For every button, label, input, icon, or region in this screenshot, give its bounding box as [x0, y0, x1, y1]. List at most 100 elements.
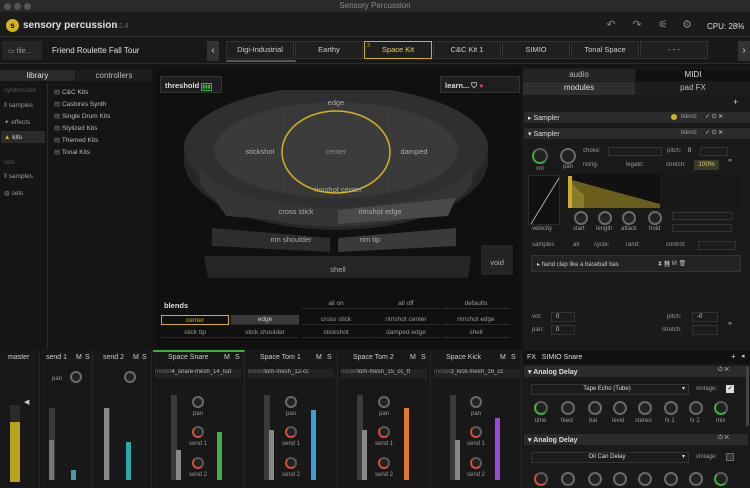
input-model-dropdown[interactable]: model3_kick-mesh_16_cc [434, 369, 520, 378]
tab-controllers[interactable]: controllers [76, 70, 152, 81]
list-item[interactable]: ▤ Single Drum Kits [54, 111, 110, 123]
envelope-field[interactable] [672, 224, 732, 232]
start-knob[interactable] [574, 211, 588, 225]
envelope-field[interactable] [672, 212, 732, 220]
redo-icon[interactable]: ↷ [630, 18, 644, 32]
blend-rimshot-edge[interactable]: rimshot edge [442, 315, 510, 325]
tab-pad-fx[interactable]: pad FX [636, 82, 750, 95]
envelope-display[interactable] [662, 174, 742, 208]
solo-button[interactable]: S [142, 354, 147, 361]
input-model-dropdown[interactable]: modeltom-mesh_15_cc_ft [341, 369, 427, 378]
tom2-pan-knob[interactable] [378, 396, 390, 408]
kick-send1-knob[interactable] [470, 426, 482, 438]
blend-cross-stick[interactable]: cross stick [302, 315, 370, 325]
link-icon[interactable]: ⚭ [727, 157, 733, 165]
blend-center[interactable]: center [161, 315, 229, 325]
mute-button[interactable]: M [133, 354, 139, 361]
length-knob[interactable] [598, 211, 612, 225]
blend-edge[interactable]: edge [231, 315, 299, 325]
tab-audio[interactable]: audio [523, 69, 635, 81]
delay-fx1-knob[interactable] [664, 401, 678, 415]
kit-prev-arrow[interactable]: ‹ [207, 41, 219, 61]
control-dropdown[interactable] [698, 241, 736, 250]
stretch-value[interactable]: 100% [694, 160, 719, 170]
delay-stereo-knob[interactable] [638, 401, 652, 415]
mute-button[interactable]: M [410, 354, 416, 361]
mute-button[interactable]: M [316, 354, 322, 361]
mute-button[interactable]: M [76, 354, 82, 361]
list-item[interactable]: ▤ Stylized Kits [54, 123, 110, 135]
send1-pan-knob[interactable] [70, 371, 82, 383]
module-controls-icons[interactable]: ✓ ⏻ ✕ [705, 113, 723, 121]
solo-button[interactable]: S [511, 354, 516, 361]
side-effects[interactable]: ✦ effects [4, 118, 30, 126]
blend-stick-tip[interactable]: stick tip [161, 328, 229, 338]
tom2-send2-knob[interactable] [378, 457, 390, 469]
blend-shell[interactable]: shell [442, 328, 510, 338]
tab-modules[interactable]: modules [523, 82, 635, 95]
list-item[interactable]: ▤ Tonal Kits [54, 147, 110, 159]
close-window-button[interactable] [4, 3, 11, 10]
input-model-dropdown[interactable]: model4_snare-mesh_14_lud [155, 369, 241, 378]
solo-button[interactable]: S [85, 354, 90, 361]
vintage-checkbox[interactable] [726, 453, 734, 461]
list-item[interactable]: ▤ Castores Synth [54, 99, 110, 111]
waveform-display[interactable] [568, 174, 660, 208]
pitch-field[interactable] [700, 147, 728, 156]
send2-pan-knob[interactable] [124, 371, 136, 383]
analog-delay-1-header[interactable]: ▾ Analog Delay [524, 366, 748, 377]
attack-knob[interactable] [622, 211, 636, 225]
kit-slot[interactable]: C&C Kit 1 [433, 41, 501, 59]
vol-field[interactable]: 0 [551, 312, 575, 322]
sample-controls[interactable]: ⧗ N M 🗑 [658, 260, 686, 268]
kick-send2-knob[interactable] [470, 457, 482, 469]
sample-row[interactable]: ▸ hand clap like a baseball bas [537, 261, 619, 268]
delay2-knob[interactable] [689, 472, 703, 486]
kit-slot[interactable]: - - - [640, 41, 708, 59]
kit-slot[interactable]: Digi-Industrial [226, 41, 294, 59]
pan-field[interactable]: 0 [551, 325, 575, 335]
snare-fader[interactable] [176, 450, 181, 480]
list-item[interactable]: ▤ Themed Kits [54, 135, 110, 147]
delay2-knob[interactable] [664, 472, 678, 486]
minimize-window-button[interactable] [14, 3, 21, 10]
vol-knob[interactable] [532, 148, 548, 164]
zoom-window-button[interactable] [24, 3, 31, 10]
blend-rimshot-center[interactable]: rimshot center [372, 315, 440, 325]
add-module-icon[interactable]: + [733, 97, 738, 107]
input-model-dropdown[interactable]: modeltom-mesh_12-cc [248, 369, 334, 378]
delay-feed-knob[interactable] [561, 401, 575, 415]
hold-knob[interactable] [648, 211, 662, 225]
delay2-knob[interactable] [638, 472, 652, 486]
fx-controls-icons[interactable]: ⏻ ✕ [718, 367, 729, 374]
undo-icon[interactable]: ↶ [604, 18, 618, 32]
tom1-send2-knob[interactable] [285, 457, 297, 469]
side-kits[interactable]: ▲ kits [4, 134, 22, 141]
analog-delay-2-header[interactable]: ▾ Analog Delay [524, 434, 748, 445]
pan-knob[interactable] [560, 148, 576, 164]
kit-slot[interactable]: SIMIO [502, 41, 570, 59]
delay-bal-knob[interactable] [588, 401, 602, 415]
send2-fader[interactable] [104, 408, 109, 480]
blend-damped-edge[interactable]: damped edge [372, 328, 440, 338]
add-fx-icon[interactable]: + [731, 352, 736, 361]
kit-slot[interactable]: Earthy [295, 41, 363, 59]
fx-menu-arrow-icon[interactable]: ◂ [741, 352, 745, 360]
tom1-send1-knob[interactable] [285, 426, 297, 438]
blend-all-off-button[interactable]: all off [372, 299, 440, 309]
mute-button[interactable]: M [500, 354, 506, 361]
pitch-field-2[interactable]: -0 [692, 312, 718, 322]
settings-gear-icon[interactable]: ⚙ [680, 18, 694, 32]
delay-fx2-knob[interactable] [689, 401, 703, 415]
stretch-field-2[interactable] [692, 325, 718, 335]
tom2-fader[interactable] [362, 430, 367, 480]
delay2-knob[interactable] [534, 472, 548, 486]
fx-scrollbar[interactable] [746, 366, 749, 426]
pitch-value[interactable]: 0 [688, 148, 691, 154]
delay-time-knob[interactable] [534, 401, 548, 415]
tom2-send1-knob[interactable] [378, 426, 390, 438]
choke-dropdown[interactable] [608, 147, 662, 156]
master-fader-track[interactable] [10, 405, 20, 482]
kick-fader[interactable] [455, 440, 460, 480]
delay2-knob[interactable] [714, 472, 728, 486]
